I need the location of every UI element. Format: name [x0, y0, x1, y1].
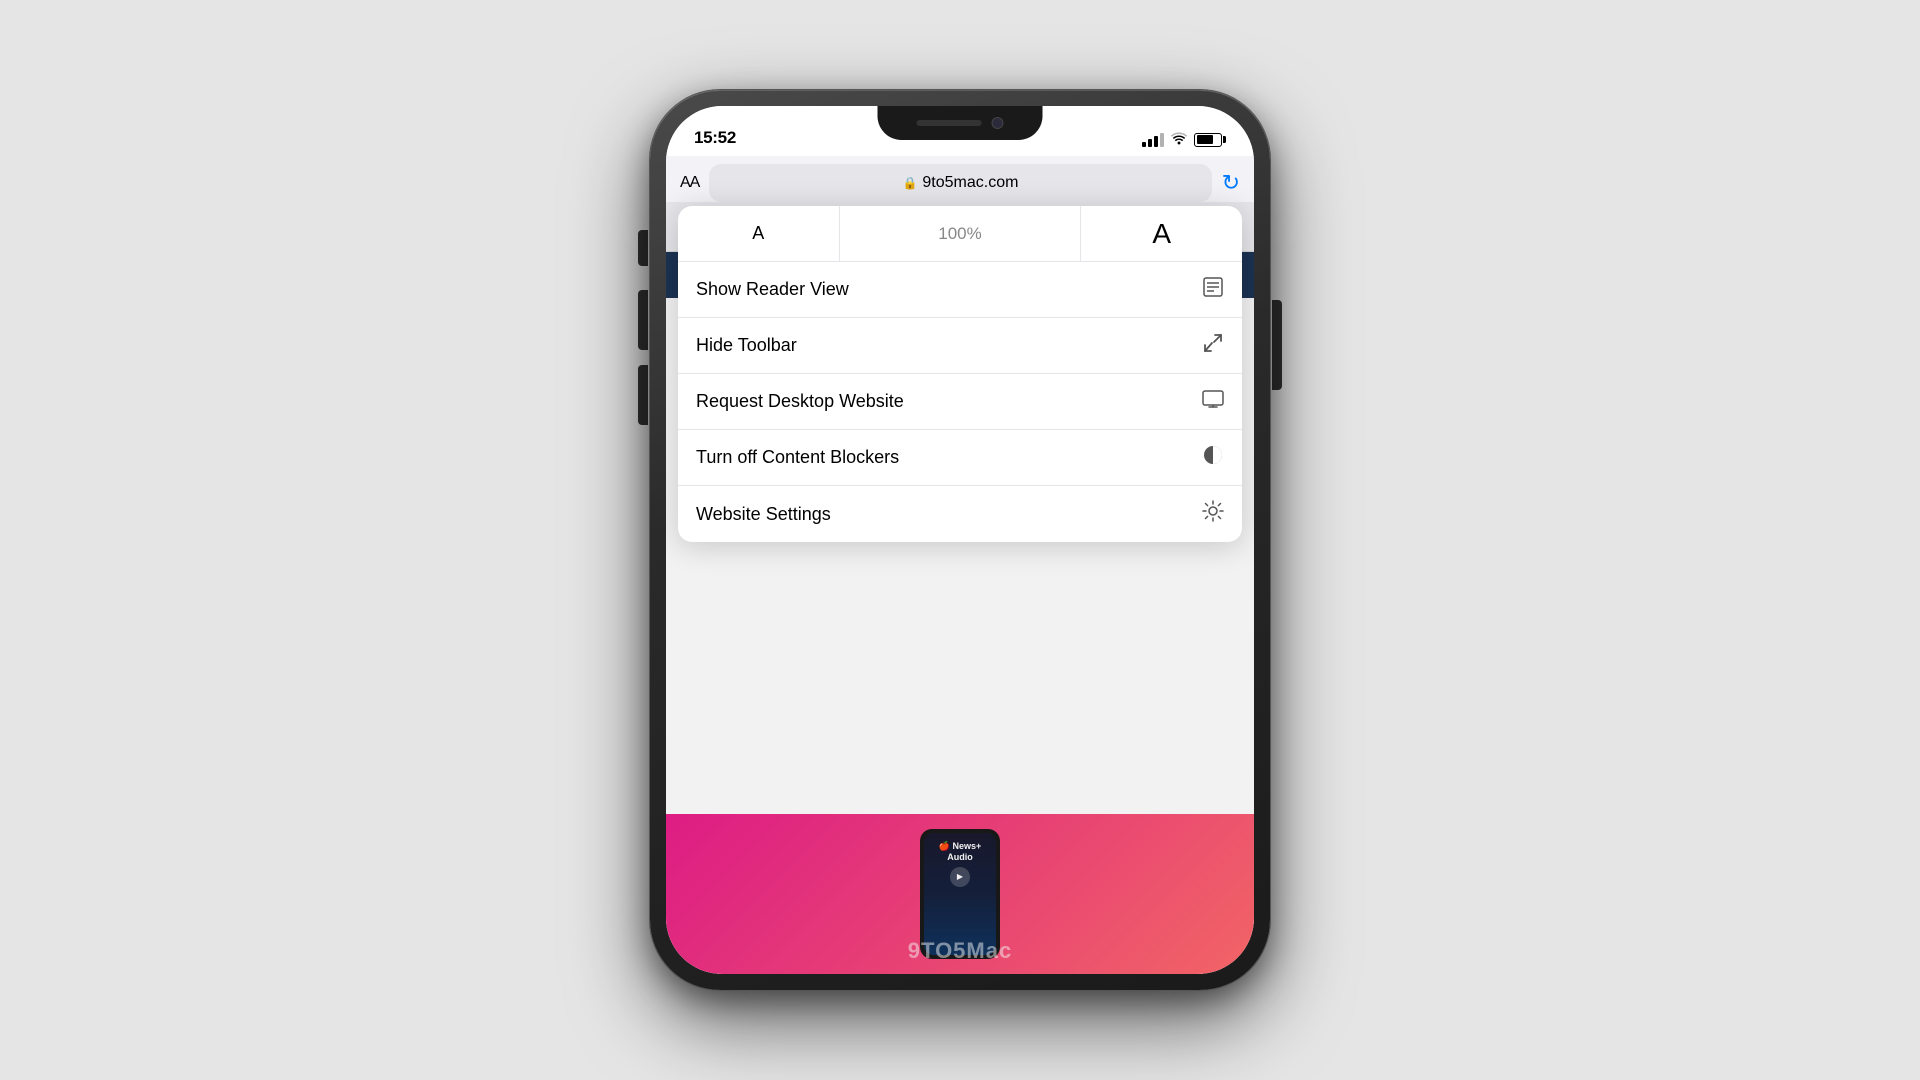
phone-wrapper: 15:52	[650, 90, 1270, 990]
font-small-label: A	[752, 223, 764, 244]
website-settings-icon	[1202, 500, 1224, 528]
notch	[878, 106, 1043, 140]
font-large-label: A	[1152, 218, 1171, 250]
signal-bar-3	[1154, 136, 1158, 147]
menu-item-reader-view[interactable]: Show Reader View	[678, 262, 1242, 318]
address-bar[interactable]: 🔒 9to5mac.com	[709, 164, 1211, 202]
menu-item-content-blockers[interactable]: Turn off Content Blockers	[678, 430, 1242, 486]
font-size-display: 100%	[840, 206, 1082, 261]
power-button	[1272, 300, 1282, 390]
speaker	[917, 120, 982, 126]
reload-button[interactable]: ↻	[1222, 170, 1240, 196]
wifi-icon	[1170, 131, 1188, 148]
mute-button	[638, 230, 648, 266]
browser-menu-popup: A 100% A Show Reader View	[678, 206, 1242, 542]
battery-icon	[1194, 133, 1226, 147]
battery-body	[1194, 133, 1222, 147]
aa-button[interactable]: AA	[680, 174, 699, 192]
status-icons	[1142, 131, 1226, 148]
reader-view-icon	[1202, 276, 1224, 304]
url-text: 9to5mac.com	[922, 174, 1018, 192]
camera	[992, 117, 1004, 129]
status-time: 15:52	[694, 128, 736, 148]
volume-down-button	[638, 365, 648, 425]
signal-bar-2	[1148, 139, 1152, 147]
content-blockers-icon	[1202, 444, 1224, 472]
volume-up-button	[638, 290, 648, 350]
font-decrease-button[interactable]: A	[678, 206, 840, 261]
signal-bars	[1142, 133, 1164, 147]
menu-item-desktop-site[interactable]: Request Desktop Website	[678, 374, 1242, 430]
website-settings-label: Website Settings	[696, 504, 831, 525]
hide-toolbar-icon	[1202, 332, 1224, 360]
battery-fill	[1197, 135, 1213, 144]
reader-view-label: Show Reader View	[696, 279, 849, 300]
menu-item-hide-toolbar[interactable]: Hide Toolbar	[678, 318, 1242, 374]
phone-screen: 15:52	[666, 106, 1254, 974]
hide-toolbar-label: Hide Toolbar	[696, 335, 797, 356]
font-increase-button[interactable]: A	[1081, 206, 1242, 261]
desktop-site-icon	[1202, 388, 1224, 416]
signal-bar-4	[1160, 133, 1164, 147]
content-blockers-label: Turn off Content Blockers	[696, 447, 899, 468]
menu-item-website-settings[interactable]: Website Settings	[678, 486, 1242, 542]
desktop-site-label: Request Desktop Website	[696, 391, 904, 412]
lock-icon: 🔒	[902, 176, 917, 190]
font-size-row: A 100% A	[678, 206, 1242, 262]
battery-tip	[1223, 136, 1226, 143]
signal-bar-1	[1142, 142, 1146, 147]
